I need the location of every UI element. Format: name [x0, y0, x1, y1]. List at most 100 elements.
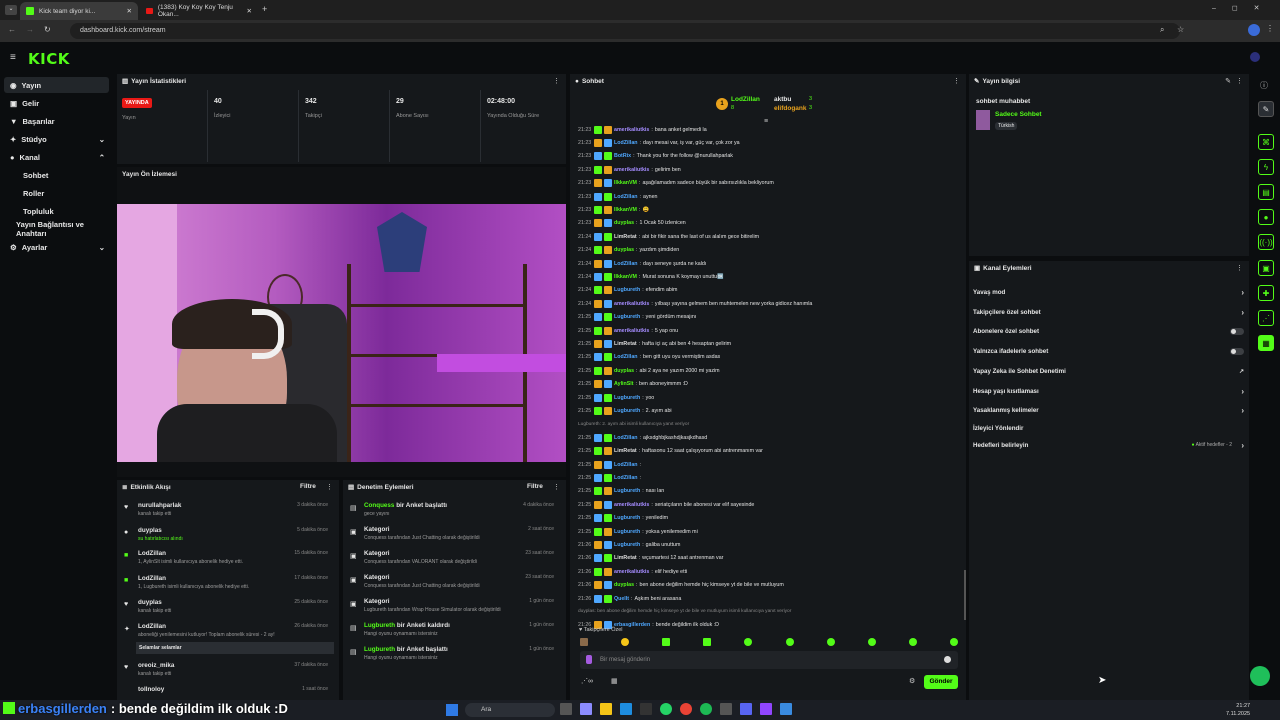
- action-goals[interactable]: Hedefleri belirleyin ● Aktif hedefler - 2…: [973, 438, 1248, 452]
- edge-icon[interactable]: [620, 703, 632, 715]
- chat-username[interactable]: LodZillan: [614, 435, 638, 441]
- emote-icon[interactable]: [580, 638, 588, 646]
- emote-only-toggle[interactable]: [1230, 347, 1244, 355]
- chat-username[interactable]: LodZillan: [614, 475, 638, 481]
- sidebar-item-roller[interactable]: Roller: [4, 185, 109, 201]
- activity-user[interactable]: LodZillan: [138, 575, 166, 582]
- chat-message[interactable]: 21:23 amerikaliutkis: bana anket gelmedi l…: [578, 123, 963, 136]
- reload-icon[interactable]: ↻: [44, 25, 51, 34]
- chat-username[interactable]: QuelIt: [614, 596, 629, 602]
- emote-icon[interactable]: [867, 638, 876, 646]
- chat-username[interactable]: Lugbureth: [614, 287, 640, 293]
- chat-message[interactable]: 21:25 AylinSlt: ben aboneyimmm :D: [578, 378, 963, 391]
- top-gifter-name[interactable]: elifdogank: [774, 105, 807, 112]
- sidebar-item-ayarlar[interactable]: ⚙ Ayarlar ⌄: [4, 239, 109, 255]
- chat-username[interactable]: LimRetat: [614, 341, 637, 347]
- whatsapp-icon[interactable]: [660, 703, 672, 715]
- chat-username[interactable]: BotRix: [614, 153, 631, 159]
- chat-message[interactable]: 21:26 LimRetat: wçumartesi 12 saat antrenm…: [578, 552, 963, 565]
- chat-message[interactable]: Lugbureth: 2. ayım abi isimli kullanıcıy…: [578, 418, 963, 431]
- chat-settings-icon[interactable]: ⚙: [909, 677, 915, 685]
- app-icon[interactable]: [720, 703, 732, 715]
- more-options-icon[interactable]: ⋮: [553, 77, 560, 85]
- window-controls[interactable]: – ◻ ✕: [1212, 4, 1259, 12]
- chat-username[interactable]: amerikaliutkis: [614, 328, 649, 334]
- app-icon[interactable]: [780, 703, 792, 715]
- stream-category[interactable]: Sadece Sohbet: [995, 111, 1042, 118]
- folder-icon[interactable]: [600, 703, 612, 715]
- chat-username[interactable]: Lugbureth: [614, 529, 640, 535]
- chat-username[interactable]: amerikaliutkis: [614, 301, 649, 307]
- sidebar-item-topluluk[interactable]: Topluluk: [4, 203, 109, 219]
- chat-username[interactable]: duyplas: [614, 247, 634, 253]
- more-options-icon[interactable]: ⋮: [553, 483, 560, 491]
- chat-bubble-icon[interactable]: ●: [1258, 209, 1274, 225]
- share-icon[interactable]: ⋰: [1258, 310, 1274, 326]
- more-options-icon[interactable]: ⋮: [953, 77, 960, 85]
- sidebar-item-stream-key[interactable]: Yayın Bağlantısı ve Anahtarı: [4, 220, 116, 238]
- sidebar-item-studyo[interactable]: ✦ Stüdyo ⌄: [4, 131, 109, 147]
- subscribers-only-toggle[interactable]: [1230, 327, 1244, 335]
- more-icon[interactable]: ⋮: [1266, 24, 1274, 33]
- sidebar-item-gelir[interactable]: ▣ Gelir: [4, 95, 109, 111]
- chat-scrollbar[interactable]: [964, 570, 966, 620]
- chat-username[interactable]: amerikaliutkis: [614, 127, 649, 133]
- emote-icon[interactable]: [908, 638, 917, 646]
- tab-menu-icon[interactable]: ⌄: [5, 5, 17, 15]
- chat-username[interactable]: Lugbureth: [614, 542, 640, 548]
- chat-message[interactable]: 21:25 LimRetat: hafta içi aç abi ben 4 hes…: [578, 337, 963, 350]
- document-icon[interactable]: ▤: [1258, 184, 1274, 200]
- profile-avatar[interactable]: [1248, 24, 1260, 36]
- chat-message[interactable]: 21:23 amerikaliutkis: gelirim ben: [578, 163, 963, 176]
- card-icon[interactable]: ▣: [1258, 260, 1274, 276]
- activity-user[interactable]: LodZillan: [138, 550, 166, 557]
- chat-message[interactable]: 21:25 LodZillan:: [578, 458, 963, 471]
- chat-message[interactable]: 21:26 amerikaliutkis: elif hediye etti: [578, 565, 963, 578]
- kick-logo[interactable]: KICK: [28, 50, 70, 68]
- chrome-icon[interactable]: [680, 703, 692, 715]
- chat-message[interactable]: 21:24 amerikaliutkis: yılbaşı yayına gelme…: [578, 297, 963, 310]
- chat-message[interactable]: 21:25 Lugbureth: nası lan: [578, 485, 963, 498]
- emote-icon[interactable]: [744, 638, 753, 646]
- close-icon[interactable]: ✕: [127, 7, 132, 15]
- task-view-icon[interactable]: [560, 703, 572, 715]
- chat-message[interactable]: 21:26 QuelIt: Aşkım beni arasana: [578, 592, 963, 605]
- action-slow-mode[interactable]: Yavaş mod ›: [973, 285, 1248, 299]
- sidebar-item-kanal[interactable]: ● Kanal ⌃: [4, 149, 109, 165]
- windows-start-icon[interactable]: [446, 704, 458, 716]
- chat-message[interactable]: 21:23 BotRix: Thank you for the follow @nu…: [578, 150, 963, 163]
- emote-icon[interactable]: [621, 638, 630, 646]
- wrench-icon[interactable]: ✚: [1258, 285, 1274, 301]
- close-icon[interactable]: ✕: [247, 7, 252, 15]
- new-tab-icon[interactable]: +: [262, 4, 267, 14]
- chat-message[interactable]: 21:25 Lugbureth:2. ayım abi: [578, 404, 963, 417]
- chat-username[interactable]: Lugbureth: [614, 314, 640, 320]
- moderator-name[interactable]: Lugbureth: [364, 646, 395, 653]
- action-followers-only[interactable]: Takipçilere özel sohbet ›: [973, 305, 1248, 319]
- activity-user[interactable]: oreoiz_mika: [138, 662, 174, 669]
- send-button[interactable]: Gönder: [924, 675, 958, 689]
- chat-message[interactable]: 21:24 LimRetat: abi bir fikir sana the las…: [578, 230, 963, 243]
- filter-button[interactable]: Filtre: [300, 483, 316, 490]
- chat-username[interactable]: Lugbureth: [614, 515, 640, 521]
- top-gifter-name[interactable]: LodZillan: [731, 96, 760, 103]
- chat-username[interactable]: IlkkanVM: [614, 207, 637, 213]
- zoom-icon[interactable]: ⌕: [1160, 25, 1164, 35]
- chat-message[interactable]: 21:25 LodZillan: ajksdghbjkashdjkasjkdhasd: [578, 431, 963, 444]
- discord-icon[interactable]: [740, 703, 752, 715]
- edit-layout-icon[interactable]: ✎: [1258, 101, 1274, 117]
- forward-icon[interactable]: →: [26, 25, 34, 34]
- chat-message[interactable]: 21:25 Lugbureth: yoo: [578, 391, 963, 404]
- chat-username[interactable]: IlkkanVM: [614, 180, 637, 186]
- chat-message[interactable]: 21:23 LodZillan: aynen: [578, 190, 963, 203]
- more-options-icon[interactable]: ⋮: [1236, 264, 1243, 272]
- help-icon[interactable]: ⓘ: [1260, 80, 1268, 91]
- chat-username[interactable]: Lugbureth: [614, 395, 640, 401]
- chat-message[interactable]: 21:25 amerikaliutkis:5 yap onu: [578, 324, 963, 337]
- app-icon[interactable]: [760, 703, 772, 715]
- chat-username[interactable]: amerikaliutkis: [614, 502, 649, 508]
- sidebar-item-sohbet[interactable]: Sohbet: [4, 167, 109, 183]
- chat-username[interactable]: LodZillan: [614, 462, 638, 468]
- activity-user[interactable]: nurullahparlak: [138, 502, 181, 509]
- chat-message[interactable]: 21:24 Lugbureth: efendim abim: [578, 284, 963, 297]
